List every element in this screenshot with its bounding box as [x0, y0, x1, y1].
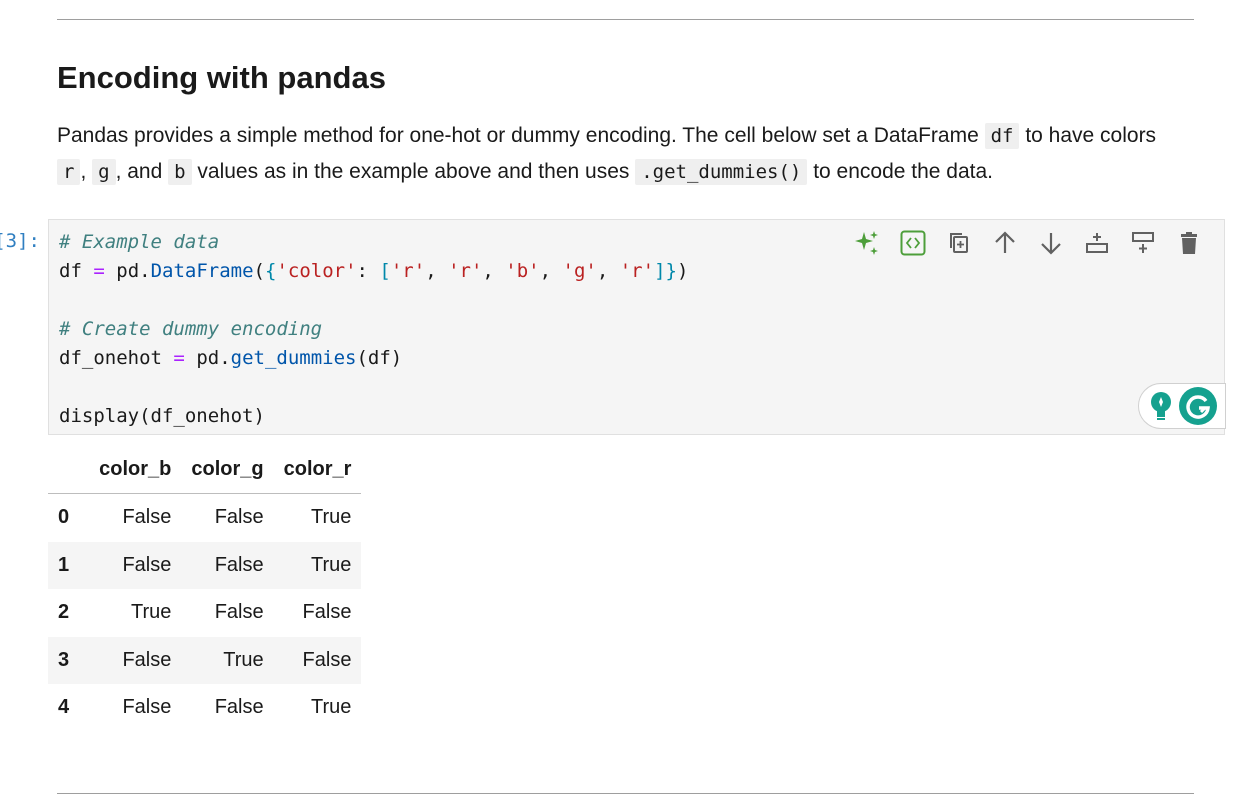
table-cell: False [122, 696, 172, 719]
table-cell: True [223, 648, 264, 671]
sparkle-icon [855, 231, 878, 255]
insert-above-button[interactable] [1074, 228, 1120, 258]
insert-below-icon [1132, 232, 1154, 253]
table-cell: False [122, 506, 172, 529]
section-paragraph: Pandas provides a simple method for one-… [57, 123, 1157, 185]
grammarly-widget[interactable] [1138, 383, 1226, 429]
table-cell: True [311, 553, 352, 576]
output-dataframe: color_b color_g color_r 0 False False Tr… [48, 446, 362, 732]
code-view-icon [900, 230, 926, 256]
table-cell: False [302, 648, 352, 671]
index-header [48, 446, 90, 494]
move-down-button[interactable] [1028, 228, 1074, 258]
code-cell-editor[interactable]: # Example data df = pd.DataFrame({'color… [48, 219, 1225, 435]
move-up-button[interactable] [982, 228, 1028, 258]
insert-above-icon [1086, 233, 1108, 253]
row-index: 4 [58, 696, 70, 719]
arrow-down-icon [1041, 233, 1061, 255]
code-content[interactable]: # Example data df = pd.DataFrame({'color… [59, 228, 688, 431]
table-cell: False [214, 506, 264, 529]
markdown-cell[interactable]: Encoding with pandas Pandas provides a s… [57, 56, 1207, 190]
cell-toolbar [844, 228, 1212, 258]
table-cell: False [122, 553, 172, 576]
table-row: 2 True False False [48, 589, 361, 637]
grammarly-logo-icon[interactable] [1179, 387, 1217, 425]
duplicate-icon [950, 233, 968, 253]
execution-count: [3]: [0, 230, 40, 252]
table-cell: True [311, 696, 352, 719]
inline-code-r: r [57, 159, 81, 185]
trash-icon [1181, 232, 1197, 254]
table-cell: False [214, 696, 264, 719]
arrow-up-icon [995, 231, 1015, 253]
top-divider [57, 19, 1194, 20]
table-cell: True [130, 601, 172, 624]
table-cell: False [214, 553, 264, 576]
table-row: 3 False True False [48, 636, 362, 684]
row-index: 3 [58, 648, 70, 671]
table-cell: False [214, 601, 264, 624]
bottom-divider [57, 793, 1194, 794]
column-header: color_g [181, 446, 274, 494]
table-cell: False [302, 601, 352, 624]
table-row: 4 False False True [48, 684, 361, 732]
column-header: color_r [273, 446, 362, 494]
insert-below-button[interactable] [1120, 228, 1166, 258]
table-header-row: color_b color_g color_r [48, 446, 362, 494]
ai-assist-button[interactable] [844, 228, 890, 258]
inline-code-get-dummies: .get_dummies() [635, 159, 808, 185]
duplicate-cell-button[interactable] [936, 228, 982, 258]
table-cell: True [311, 506, 352, 529]
row-index: 0 [58, 506, 70, 529]
row-index: 2 [58, 601, 70, 624]
lightbulb-icon[interactable] [1147, 392, 1175, 420]
inline-code-b: b [168, 159, 192, 185]
column-header: color_b [89, 446, 182, 494]
inline-code-df: df [984, 123, 1020, 149]
inline-code-g: g [92, 159, 116, 185]
table-row: 1 False False True [48, 541, 362, 589]
render-side-by-side-button[interactable] [890, 228, 936, 258]
table-row: 0 False False True [48, 494, 361, 542]
section-heading: Encoding with pandas [57, 60, 386, 95]
row-index: 1 [58, 553, 70, 576]
table-cell: False [122, 648, 172, 671]
delete-cell-button[interactable] [1166, 228, 1212, 258]
